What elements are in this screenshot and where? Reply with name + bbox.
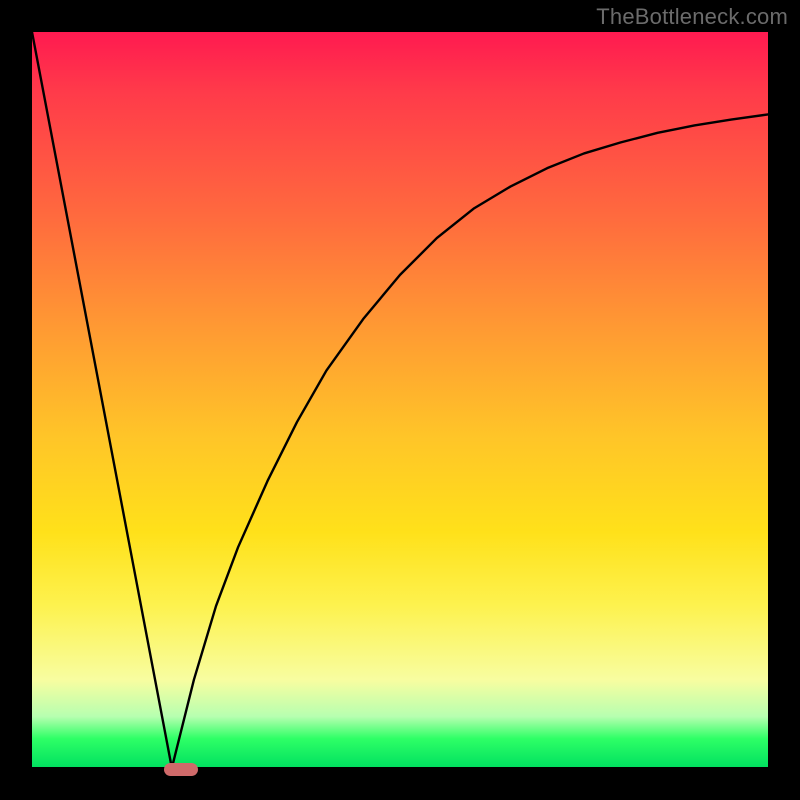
x-axis	[32, 767, 768, 770]
curve-path	[32, 32, 768, 768]
bottleneck-curve	[32, 32, 768, 768]
watermark-text: TheBottleneck.com	[596, 4, 788, 30]
minimum-marker	[164, 763, 197, 776]
chart-frame: TheBottleneck.com	[0, 0, 800, 800]
